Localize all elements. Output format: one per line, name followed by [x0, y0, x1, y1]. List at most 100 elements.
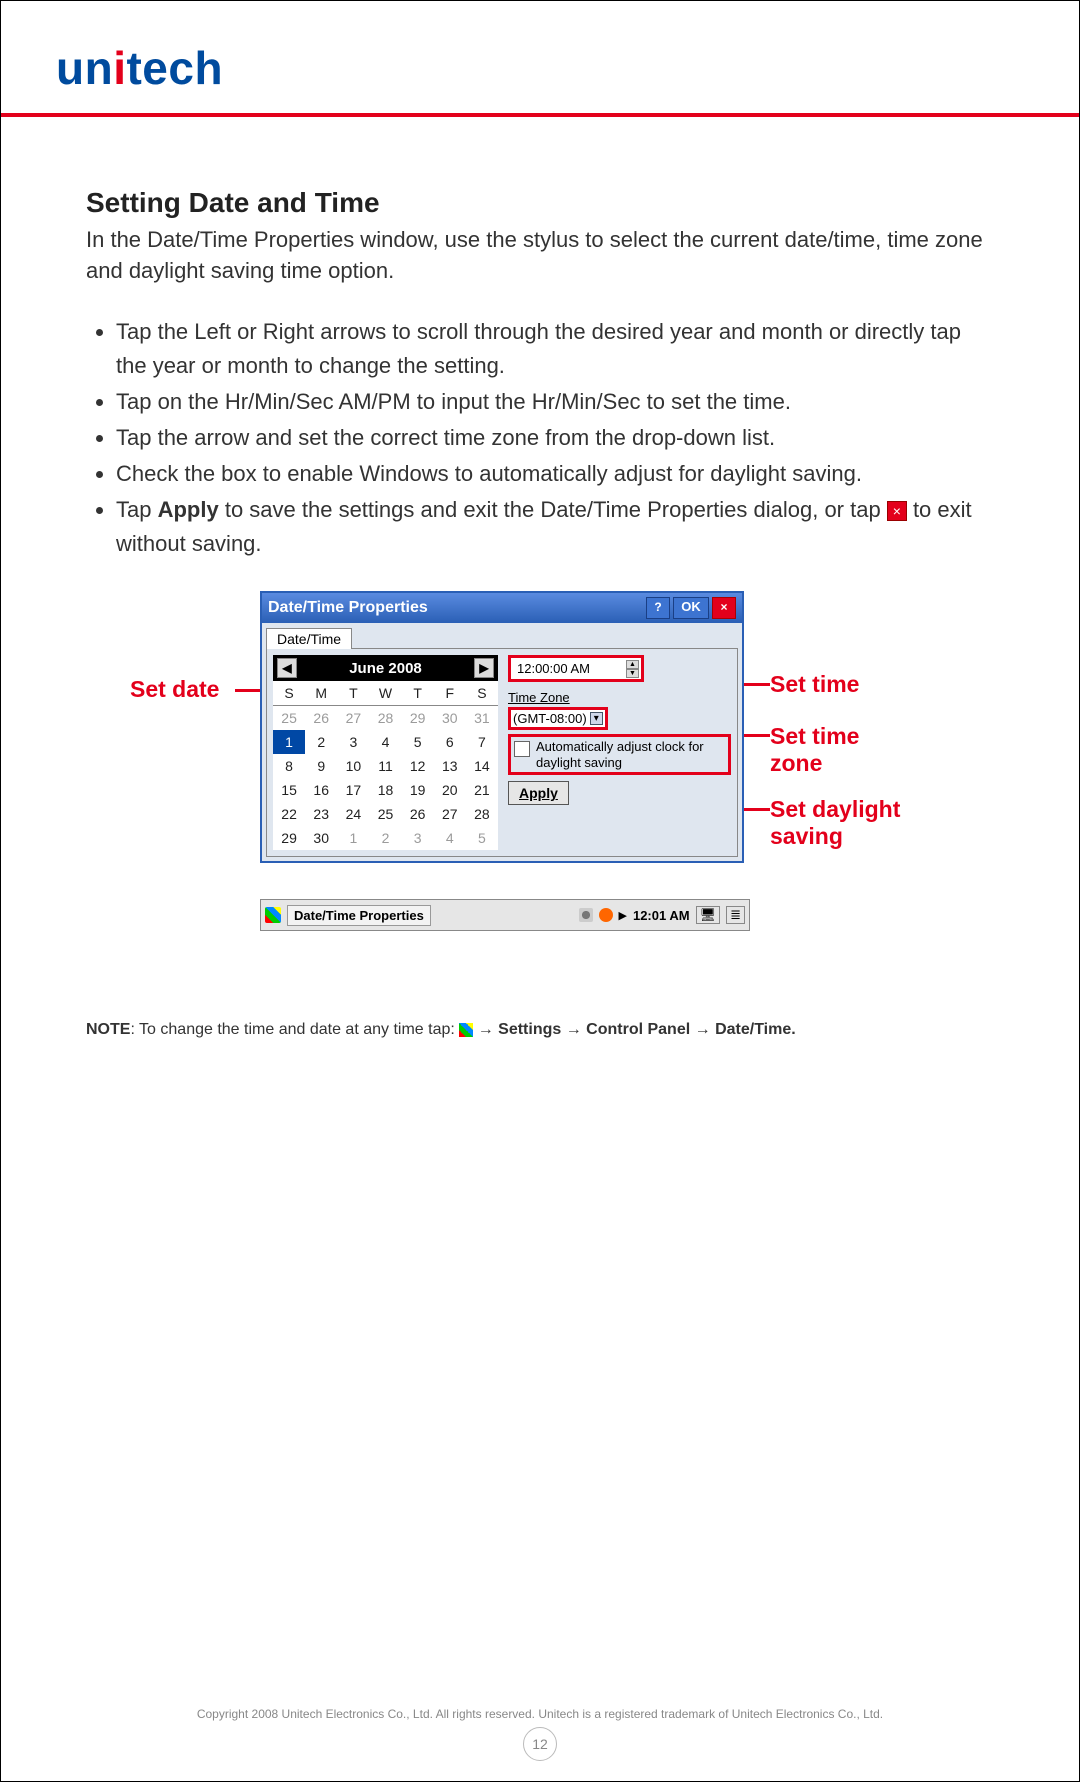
calendar-header: ◀ June 2008 ▶ [273, 655, 498, 681]
calendar-cell[interactable]: 12 [402, 754, 434, 778]
calendar-cell[interactable]: 5 [402, 730, 434, 754]
calendar-cell[interactable]: 24 [337, 802, 369, 826]
day-header: S [273, 681, 305, 706]
time-input[interactable]: 12:00:00 AM ▲▼ [508, 655, 644, 682]
taskbar-clock[interactable]: 12:01 AM [633, 908, 690, 923]
calendar-cell[interactable]: 11 [369, 754, 401, 778]
calendar-cell[interactable]: 2 [369, 826, 401, 850]
calendar-cell[interactable]: 25 [273, 706, 305, 731]
calendar-cell[interactable]: 4 [434, 826, 466, 850]
brand-post: tech [126, 42, 223, 94]
step-5c: to save the settings and exit the Date/T… [219, 497, 887, 522]
tray-icon[interactable]: 🖥 [696, 906, 721, 924]
calendar-cell[interactable]: 5 [466, 826, 498, 850]
title-bar: Date/Time Properties ? OK × [262, 593, 742, 623]
next-month-button[interactable]: ▶ [474, 658, 494, 678]
calendar-cell[interactable]: 30 [434, 706, 466, 731]
calendar-grid: S M T W T F S 25 26 27 [273, 681, 498, 850]
calendar-cell[interactable]: 27 [337, 706, 369, 731]
note-prefix: NOTE [86, 1021, 130, 1038]
calendar-cell[interactable]: 4 [369, 730, 401, 754]
calendar-cell[interactable]: 27 [434, 802, 466, 826]
calendar-cell[interactable]: 23 [305, 802, 337, 826]
calendar-cell[interactable]: 28 [466, 802, 498, 826]
calendar-cell[interactable]: 31 [466, 706, 498, 731]
time-value[interactable]: 12:00:00 AM [513, 659, 624, 678]
callout-set-date: Set date [130, 676, 219, 702]
calendar-cell[interactable]: 8 [273, 754, 305, 778]
dst-checkbox[interactable] [514, 741, 530, 757]
chevron-down-icon[interactable]: ▾ [590, 712, 603, 725]
day-header: F [434, 681, 466, 706]
callout-set-time: Set time [770, 671, 859, 697]
start-flag-icon [459, 1023, 473, 1037]
calendar-cell[interactable]: 9 [305, 754, 337, 778]
calendar-cell[interactable]: 26 [402, 802, 434, 826]
ok-button[interactable]: OK [673, 597, 709, 619]
datetime-dialog: Date/Time Properties ? OK × Date/Time ◀ … [260, 591, 744, 863]
step-2: Tap on the Hr/Min/Sec AM/PM to input the… [116, 385, 994, 419]
calendar-cell[interactable]: 19 [402, 778, 434, 802]
timezone-value: (GMT-08:00) [513, 711, 587, 726]
calendar-cell[interactable]: 7 [466, 730, 498, 754]
copyright: Copyright 2008 Unitech Electronics Co., … [1, 1707, 1079, 1721]
figure: Set date Set time Set time zone Set dayl… [130, 591, 950, 951]
help-button[interactable]: ? [646, 597, 670, 619]
step-1: Tap the Left or Right arrows to scroll t… [116, 315, 994, 383]
calendar-cell[interactable]: 28 [369, 706, 401, 731]
timezone-select[interactable]: (GMT-08:00) ▾ [508, 707, 608, 730]
taskbar-app[interactable]: Date/Time Properties [287, 905, 431, 926]
calendar-cell[interactable]: 29 [402, 706, 434, 731]
brand-pre: un [56, 42, 113, 94]
calendar-cell-selected[interactable]: 1 [273, 730, 305, 754]
step-5-apply: Apply [158, 497, 219, 522]
calendar-month[interactable]: June 2008 [349, 660, 422, 677]
calendar-cell[interactable]: 10 [337, 754, 369, 778]
callout-set-timezone: Set time zone [770, 723, 910, 776]
day-header: S [466, 681, 498, 706]
step-4: Check the box to enable Windows to autom… [116, 457, 994, 491]
day-header: T [402, 681, 434, 706]
calendar-cell[interactable]: 18 [369, 778, 401, 802]
calendar-cell[interactable]: 30 [305, 826, 337, 850]
calendar-cell[interactable]: 14 [466, 754, 498, 778]
brand-i: i [113, 42, 126, 94]
calendar-cell[interactable]: 16 [305, 778, 337, 802]
intro-text: In the Date/Time Properties window, use … [86, 225, 994, 287]
calendar-cell[interactable]: 25 [369, 802, 401, 826]
window-title: Date/Time Properties [268, 599, 428, 617]
dst-checkbox-group[interactable]: Automatically adjust clock for daylight … [508, 734, 731, 775]
section-title: Setting Date and Time [86, 187, 994, 219]
calendar-cell[interactable]: 21 [466, 778, 498, 802]
calendar-cell[interactable]: 22 [273, 802, 305, 826]
calendar: ◀ June 2008 ▶ S M T W T F [273, 655, 498, 850]
note-path: → Settings → Control Panel → Date/Time. [473, 1021, 795, 1038]
calendar-cell[interactable]: 26 [305, 706, 337, 731]
volume-icon[interactable] [579, 908, 593, 922]
step-5a: Tap [116, 497, 158, 522]
close-button[interactable]: × [712, 597, 736, 619]
network-icon[interactable] [599, 908, 613, 922]
start-button-icon[interactable] [265, 907, 281, 923]
tab-datetime[interactable]: Date/Time [266, 628, 352, 649]
calendar-cell[interactable]: 3 [402, 826, 434, 850]
time-spinner[interactable]: ▲▼ [626, 660, 639, 678]
calendar-cell[interactable]: 3 [337, 730, 369, 754]
note-text1: : To change the time and date at any tim… [130, 1021, 459, 1038]
timezone-label: Time Zone [508, 690, 731, 705]
calendar-cell[interactable]: 29 [273, 826, 305, 850]
calendar-cell[interactable]: 13 [434, 754, 466, 778]
tray-icon[interactable]: ≣ [726, 906, 745, 924]
calendar-cell[interactable]: 6 [434, 730, 466, 754]
prev-month-button[interactable]: ◀ [277, 658, 297, 678]
calendar-cell[interactable]: 17 [337, 778, 369, 802]
brand-logo: unitech [56, 41, 1024, 95]
apply-button[interactable]: Apply [508, 781, 569, 805]
calendar-cell[interactable]: 2 [305, 730, 337, 754]
page-number: 12 [523, 1727, 557, 1761]
close-icon: × [887, 501, 907, 521]
calendar-cell[interactable]: 20 [434, 778, 466, 802]
day-header: T [337, 681, 369, 706]
calendar-cell[interactable]: 1 [337, 826, 369, 850]
calendar-cell[interactable]: 15 [273, 778, 305, 802]
